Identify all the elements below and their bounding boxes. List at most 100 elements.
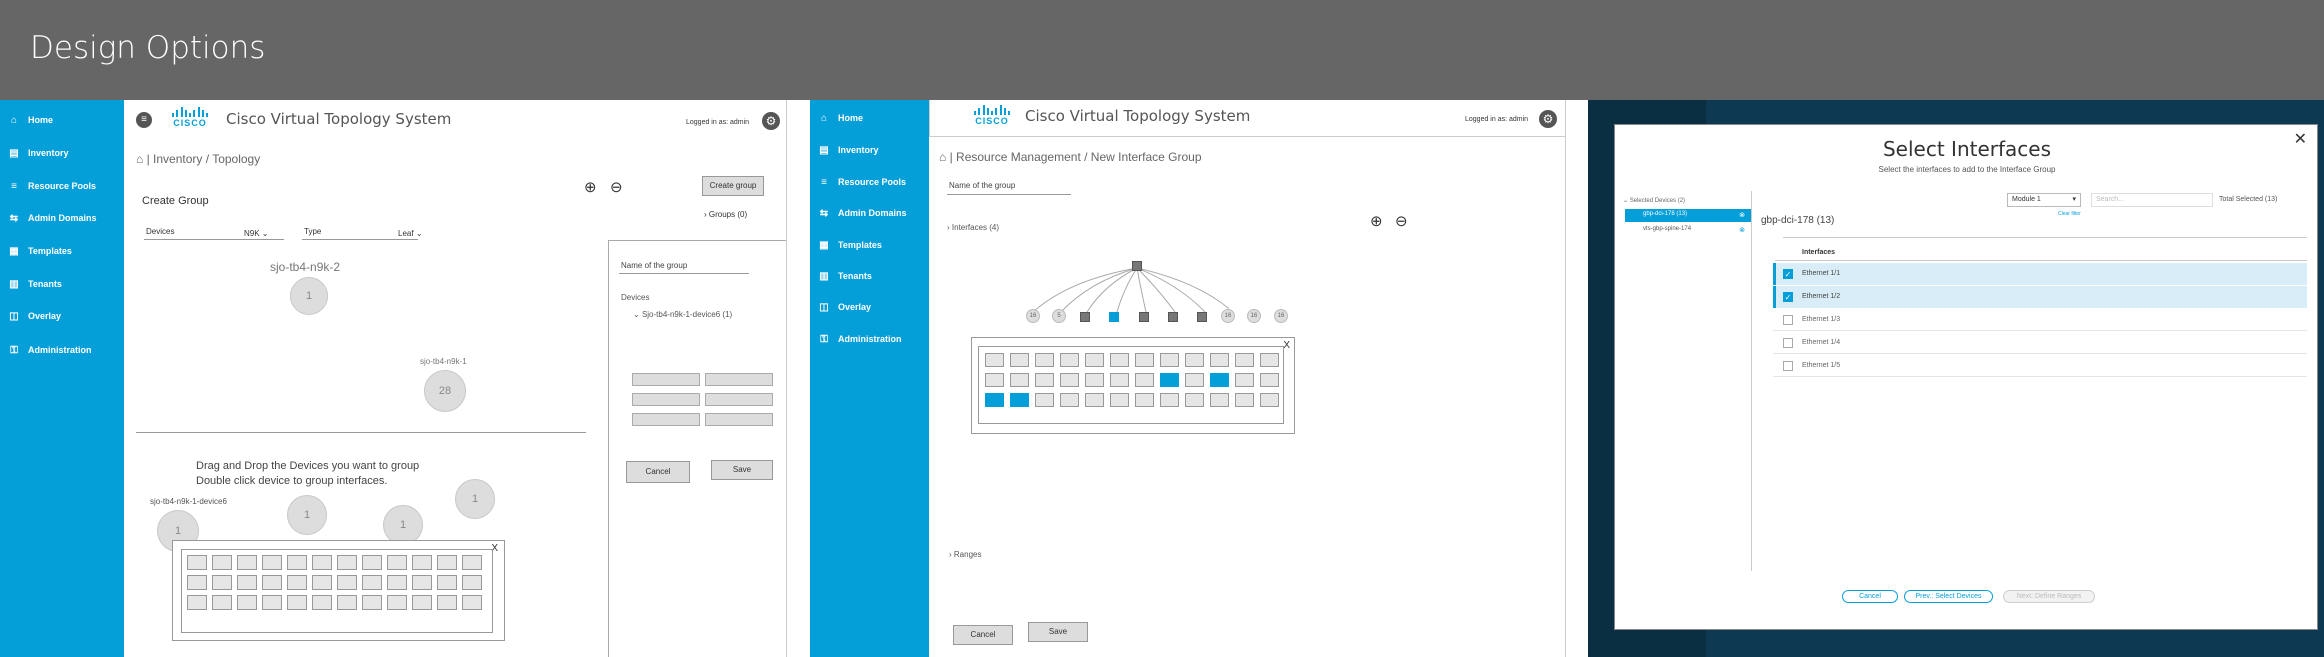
interface-port[interactable] (1110, 373, 1129, 387)
device-bubble[interactable]: 1 (455, 479, 495, 519)
interface-port[interactable] (1235, 393, 1254, 407)
cancel-button[interactable]: Cancel (626, 461, 690, 483)
interface-port[interactable] (312, 555, 332, 570)
interface-port[interactable] (1135, 393, 1154, 407)
interface-port[interactable] (387, 555, 407, 570)
interface-port[interactable] (437, 595, 457, 610)
interface-port[interactable] (1160, 353, 1179, 367)
interface-port[interactable] (437, 575, 457, 590)
interface-port[interactable] (237, 555, 257, 570)
interface-port[interactable] (187, 595, 207, 610)
interface-port[interactable] (387, 575, 407, 590)
row-checkbox[interactable]: ✓ (1783, 269, 1793, 279)
sidebar-item-templates[interactable]: ▦ Templates (0, 241, 72, 261)
interface-port[interactable] (1010, 393, 1029, 407)
interface-port[interactable] (1035, 353, 1054, 367)
interface-port[interactable] (1235, 373, 1254, 387)
switch-node-selected[interactable] (1109, 312, 1119, 322)
interface-port[interactable] (1160, 393, 1179, 407)
interface-port[interactable] (1110, 393, 1129, 407)
zoom-in-icon[interactable]: ⊕ (1370, 212, 1383, 230)
device-item-selected[interactable]: gbp-dci-178 (13) ⊗ (1625, 209, 1751, 222)
device-tree-item[interactable]: ⌄ Sjo-tb4-n9k-1-device6 (1) (633, 310, 732, 319)
interface-port[interactable] (1110, 353, 1129, 367)
sidebar-item-tenants[interactable]: ▥ Tenants (0, 274, 62, 294)
module-select[interactable]: Module 1 ▾ (2007, 193, 2081, 207)
interface-port[interactable] (212, 575, 232, 590)
row-checkbox[interactable]: ✓ (1783, 292, 1793, 302)
home-icon[interactable]: ⌂ (136, 152, 143, 166)
sidebar-item-home[interactable]: ⌂ Home (810, 108, 863, 128)
interface-port[interactable] (1210, 393, 1229, 407)
devices-select[interactable]: N9K ⌄ (244, 229, 269, 238)
interface-port[interactable] (1210, 353, 1229, 367)
close-icon[interactable]: X (1283, 340, 1290, 351)
interface-port[interactable] (337, 595, 357, 610)
interface-port[interactable] (1185, 373, 1204, 387)
clear-filter-link[interactable]: Clear filter (2058, 211, 2081, 217)
interface-port[interactable] (1085, 393, 1104, 407)
save-button[interactable]: Save (711, 460, 773, 480)
sidebar-item-overlay[interactable]: ◫ Overlay (810, 297, 871, 317)
save-button[interactable]: Save (1028, 622, 1088, 642)
sidebar-item-admin-domains[interactable]: ⇆ Admin Domains (0, 208, 97, 228)
interface-port[interactable] (1135, 353, 1154, 367)
switch-node[interactable] (1132, 261, 1142, 271)
sidebar-item-inventory[interactable]: ▤ Inventory (0, 143, 68, 163)
interface-port[interactable] (1260, 353, 1279, 367)
switch-node[interactable] (1080, 312, 1090, 322)
interface-port[interactable] (187, 555, 207, 570)
row-checkbox[interactable] (1783, 315, 1793, 325)
interface-port[interactable] (312, 595, 332, 610)
row-checkbox[interactable] (1783, 338, 1793, 348)
zoom-out-icon[interactable]: ⊖ (610, 178, 623, 196)
interface-port[interactable] (1060, 353, 1079, 367)
interface-port[interactable] (1010, 353, 1029, 367)
interface-port[interactable] (362, 555, 382, 570)
interface-port[interactable] (1185, 353, 1204, 367)
interface-port[interactable] (312, 575, 332, 590)
interface-port[interactable] (187, 575, 207, 590)
interface-port[interactable] (1185, 393, 1204, 407)
type-select[interactable]: Leaf ⌄ (398, 229, 423, 238)
search-input[interactable]: Search... (2091, 193, 2213, 207)
interface-port[interactable] (362, 575, 382, 590)
interface-port[interactable] (462, 575, 482, 590)
create-group-button[interactable]: Create group (702, 176, 764, 196)
interface-port[interactable] (412, 595, 432, 610)
menu-icon[interactable]: ≡ (136, 112, 152, 128)
interface-port[interactable] (1035, 393, 1054, 407)
sidebar-item-resource-pools[interactable]: ≡ Resource Pools (810, 172, 906, 192)
interface-port[interactable] (262, 555, 282, 570)
remove-icon[interactable]: ⊗ (1739, 226, 1745, 234)
interface-port[interactable] (262, 595, 282, 610)
switch-node[interactable] (1139, 312, 1149, 322)
interface-port[interactable] (287, 575, 307, 590)
interface-port[interactable] (1260, 393, 1279, 407)
switch-node[interactable] (1168, 312, 1178, 322)
interface-port[interactable] (287, 595, 307, 610)
interface-port[interactable] (412, 555, 432, 570)
interface-port[interactable] (437, 555, 457, 570)
interface-port[interactable] (212, 555, 232, 570)
sidebar-item-administration[interactable]: ⚿ Administration (810, 329, 901, 349)
topology-node[interactable]: 16 (1274, 309, 1288, 323)
settings-gear-icon[interactable]: ⚙ (1539, 110, 1557, 128)
table-row[interactable]: ✓ Ethernet 1/2 (1773, 286, 2307, 308)
topology-node[interactable]: 16 (1247, 309, 1261, 323)
interface-port[interactable] (337, 555, 357, 570)
cancel-button[interactable]: Cancel (1842, 590, 1898, 603)
interface-port[interactable] (985, 353, 1004, 367)
switch-node[interactable] (1197, 312, 1207, 322)
cancel-button[interactable]: Cancel (953, 625, 1013, 645)
table-row[interactable]: ✓ Ethernet 1/1 (1773, 263, 2307, 285)
device-bubble[interactable]: 1 (383, 505, 423, 545)
groups-link[interactable]: › Groups (0) (704, 210, 747, 219)
sidebar-item-admin-domains[interactable]: ⇆ Admin Domains (810, 203, 907, 223)
interface-port[interactable] (985, 373, 1004, 387)
interface-port[interactable] (362, 595, 382, 610)
interface-port[interactable] (1060, 393, 1079, 407)
table-row[interactable]: Ethernet 1/3 (1773, 309, 2307, 331)
interface-port[interactable] (1085, 353, 1104, 367)
interface-port[interactable] (1010, 373, 1029, 387)
